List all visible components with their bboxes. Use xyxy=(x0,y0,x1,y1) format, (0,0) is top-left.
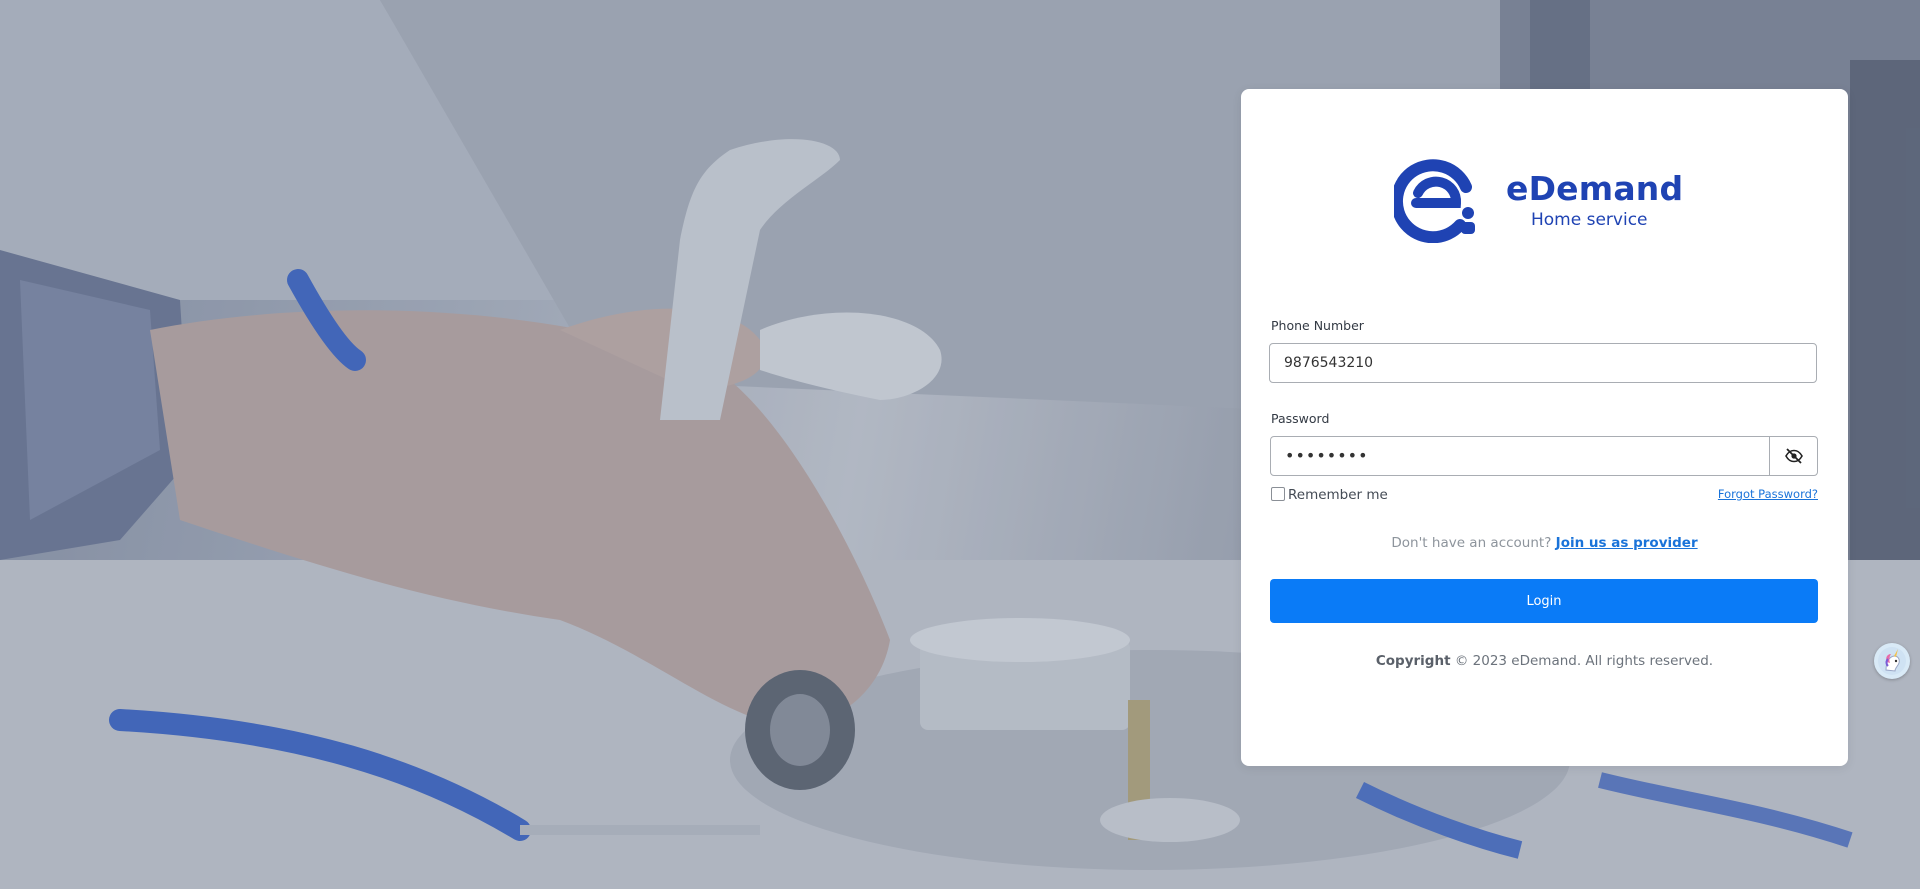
signup-prompt: Don't have an account? xyxy=(1391,535,1552,551)
login-button[interactable]: Login xyxy=(1270,579,1818,623)
unicorn-icon xyxy=(1878,647,1906,675)
eye-slash-icon xyxy=(1784,448,1803,464)
password-input[interactable]: •••••••• xyxy=(1270,436,1770,476)
brand-name: eDemand xyxy=(1506,169,1684,208)
remember-checkbox[interactable] xyxy=(1271,487,1285,501)
phone-input[interactable]: 9876543210 xyxy=(1269,343,1817,383)
copyright-bold: Copyright xyxy=(1375,653,1451,669)
phone-label: Phone Number xyxy=(1271,318,1364,333)
brand-logo: eDemand Home service xyxy=(1394,159,1694,249)
signup-row: Don't have an account? Join us as provid… xyxy=(1241,535,1848,551)
copyright-rest: © 2023 eDemand. All rights reserved. xyxy=(1454,653,1714,669)
brand-tagline: Home service xyxy=(1531,210,1648,230)
edemand-logo-icon xyxy=(1394,159,1475,243)
password-toggle-button[interactable] xyxy=(1769,436,1818,476)
copyright-text: Copyright © 2023 eDemand. All rights res… xyxy=(1241,653,1848,669)
login-card: eDemand Home service Phone Number 987654… xyxy=(1241,89,1848,766)
forgot-password-link[interactable]: Forgot Password? xyxy=(1718,487,1818,501)
assistant-widget-button[interactable] xyxy=(1874,643,1910,679)
join-provider-link[interactable]: Join us as provider xyxy=(1556,535,1698,551)
password-label: Password xyxy=(1271,411,1330,426)
remember-label: Remember me xyxy=(1288,487,1388,503)
login-page: eDemand Home service Phone Number 987654… xyxy=(0,0,1920,889)
